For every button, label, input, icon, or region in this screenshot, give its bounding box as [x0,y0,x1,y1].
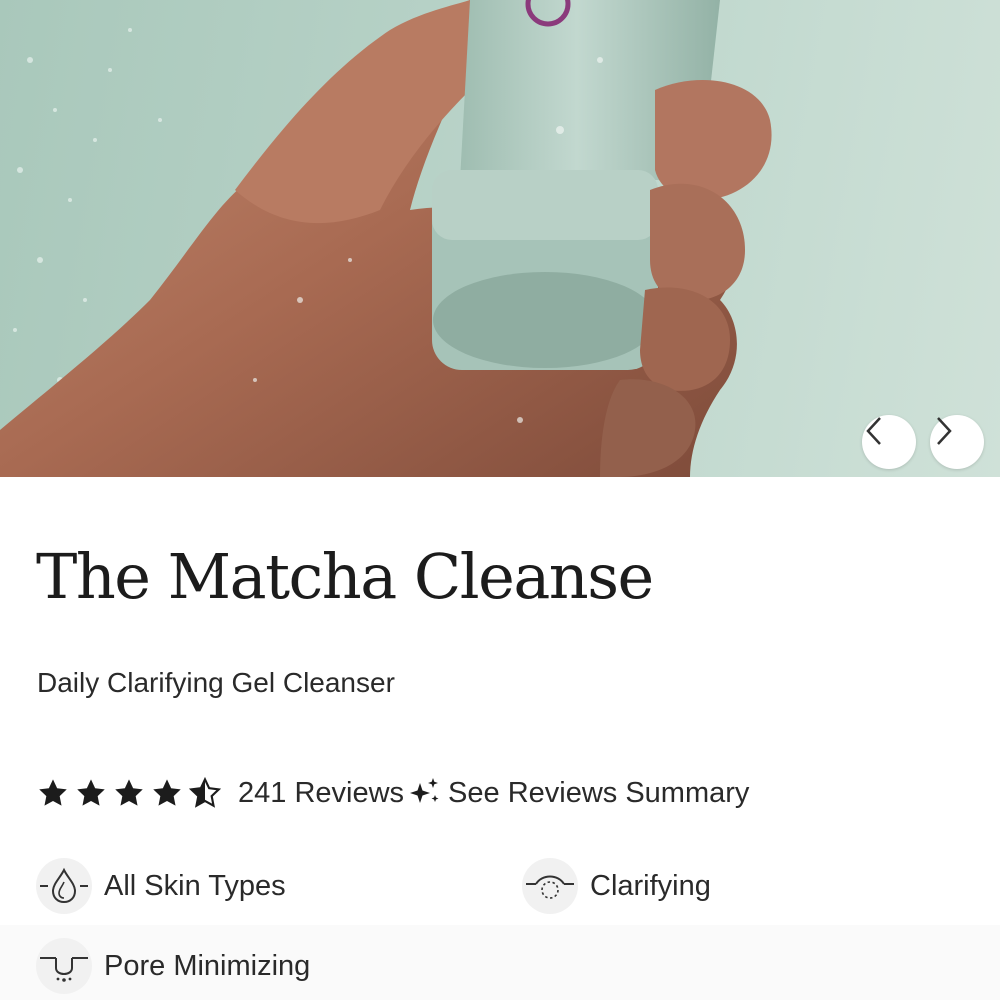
attribute-label: Clarifying [590,869,711,902]
product-title: The Matcha Cleanse [36,540,654,613]
star-full-icon [115,779,143,806]
attribute-all-skin-types: All Skin Types [36,858,286,914]
droplet-icon [36,858,92,914]
pore-icon [36,938,92,994]
attribute-label: Pore Minimizing [104,949,311,982]
hero-illustration [0,0,772,477]
rating-row: 241 Reviews See Reviews Summary [36,770,749,816]
attribute-pore-minimizing: Pore Minimizing [36,938,310,994]
star-full-icon [153,779,181,806]
attribute-label: All Skin Types [104,869,286,902]
star-half-icon [188,777,222,808]
chevron-right-icon [937,417,952,445]
clarify-icon [522,858,578,914]
sparkle-icon [410,778,439,803]
star-full-icon [77,779,105,806]
review-count-link[interactable]: 241 Reviews [238,777,404,810]
product-subtitle: Daily Clarifying Gel Cleanser [37,667,395,698]
carousel-prev-button[interactable] [862,415,916,469]
product-hero-image [0,0,1000,477]
see-reviews-summary-label: See Reviews Summary [448,776,750,809]
star-rating[interactable] [36,777,226,809]
carousel-next-button[interactable] [930,415,984,469]
attribute-clarifying: Clarifying [522,858,711,914]
see-reviews-summary-link[interactable]: See Reviews Summary [404,777,749,810]
star-full-icon [39,779,67,806]
chevron-left-icon [866,417,881,445]
